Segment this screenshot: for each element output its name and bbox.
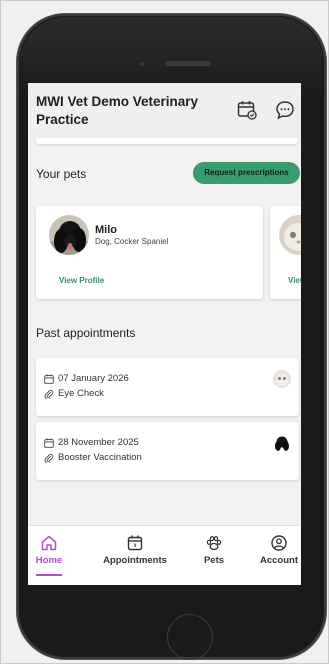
past-appointments-title: Past appointments [36,326,136,340]
earpiece-speaker [165,61,211,66]
paw-icon [206,535,222,551]
paperclip-icon [44,453,54,463]
nav-label-pets: Pets [203,555,225,566]
appointment-date: 07 January 2026 [58,373,129,384]
app-screen: MWI Vet Demo Veterinary Practice Your pe… [28,83,301,585]
appointment-date: 28 November 2025 [58,437,139,448]
active-tab-indicator [36,574,62,576]
home-icon [41,535,57,551]
pet-avatar-milo [49,215,89,255]
front-camera [140,62,144,66]
appointment-card-1[interactable]: 07 January 2026 Eye Check [36,358,299,416]
paperclip-icon [44,389,54,399]
calendar-icon [44,438,54,448]
pet-thumbnail-cat [273,370,291,388]
nav-label-home: Home [35,555,63,566]
pet-card-milo[interactable]: Milo Dog, Cocker Spaniel View Profile [36,206,263,299]
calendar-icon [44,374,54,384]
user-circle-icon [271,535,287,551]
pet-card-2[interactable]: View [270,206,301,299]
calendar-check-icon[interactable] [236,99,258,121]
request-prescriptions-button[interactable]: Request prescriptions [193,162,300,184]
chat-bubble-icon[interactable] [274,99,296,121]
view-profile-link-2[interactable]: View [288,276,301,285]
appointment-reason: Eye Check [58,388,104,399]
nav-pets[interactable]: Pets [199,534,229,566]
calendar-icon [127,535,143,551]
nav-account[interactable]: Account [259,534,299,566]
pet-breed: Dog, Cocker Spaniel [95,237,169,246]
appointment-card-2[interactable]: 28 November 2025 Booster Vaccination [36,422,299,480]
app-header: MWI Vet Demo Veterinary Practice [28,83,301,144]
nav-appointments[interactable]: Appointments [98,534,172,566]
pets-section-title: Your pets [36,167,87,181]
practice-name: MWI Vet Demo Veterinary Practice [36,94,199,127]
pet-name: Milo [95,224,117,236]
nav-home[interactable]: Home [33,534,65,566]
appointment-reason: Booster Vaccination [58,452,142,463]
nav-label-account: Account [260,555,298,566]
nav-label-appointments: Appointments [103,555,167,566]
home-hardware-button[interactable] [167,614,213,660]
bottom-navigation: Home Appointments Pets Account [28,525,301,585]
view-profile-link[interactable]: View Profile [59,276,104,285]
pet-avatar-2 [279,215,301,255]
header-card-edge [36,138,298,144]
pet-thumbnail-dog [273,434,291,452]
